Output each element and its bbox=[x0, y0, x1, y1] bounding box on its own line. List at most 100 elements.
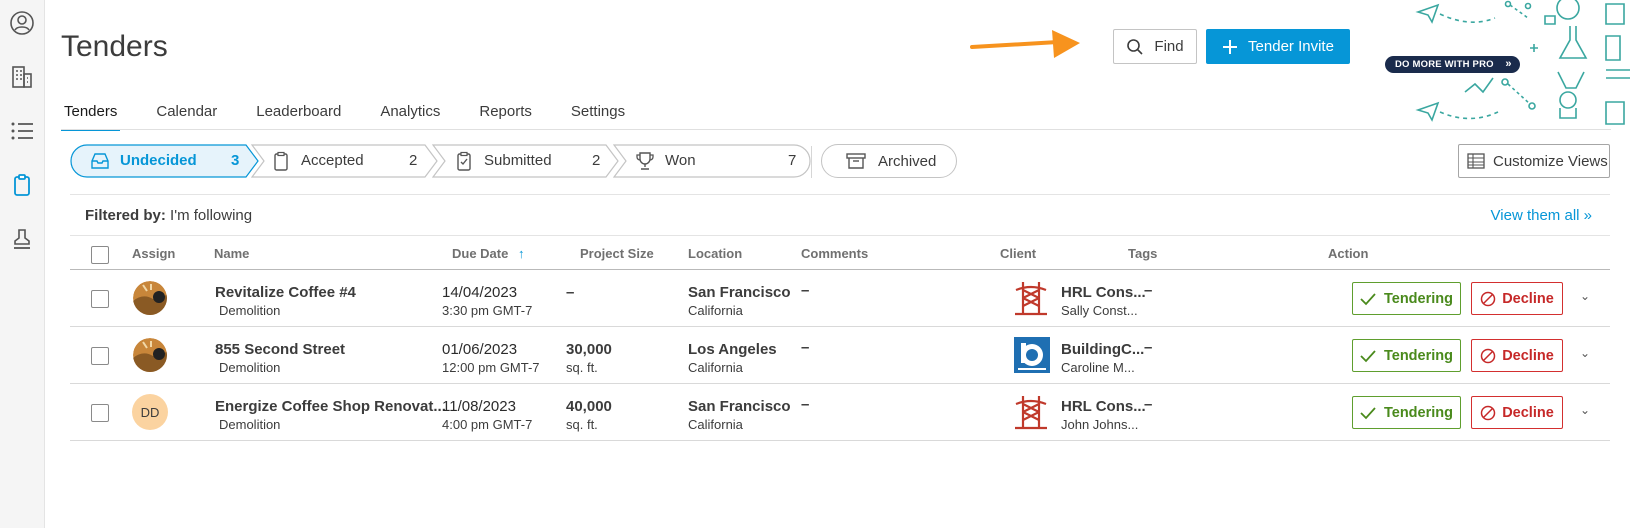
archived-button[interactable]: Archived bbox=[821, 144, 957, 178]
decline-button[interactable]: Decline bbox=[1471, 282, 1563, 315]
col-tags[interactable]: Tags bbox=[1128, 246, 1157, 261]
client-name[interactable]: BuildingC... bbox=[1061, 341, 1144, 358]
due-date-cell: 11/08/2023 4:00 pm GMT-7 bbox=[442, 398, 532, 432]
stage-count: 2 bbox=[409, 152, 418, 169]
stamp-icon[interactable] bbox=[8, 225, 36, 253]
stage-submitted[interactable]: Submitted 2 bbox=[432, 144, 622, 178]
tab-calendar[interactable]: Calendar bbox=[153, 103, 220, 130]
tab-analytics[interactable]: Analytics bbox=[377, 103, 443, 130]
stage-count: 7 bbox=[788, 152, 797, 169]
project-type: Demolition bbox=[219, 360, 281, 375]
decline-button[interactable]: Decline bbox=[1471, 339, 1563, 372]
stage-label: Won bbox=[665, 152, 696, 169]
clipboard-check-icon bbox=[457, 151, 471, 171]
tab-tenders[interactable]: Tenders bbox=[61, 103, 121, 131]
stage-won[interactable]: Won 7 bbox=[613, 144, 811, 178]
col-project-size[interactable]: Project Size bbox=[580, 246, 654, 261]
customize-views-label: Customize Views bbox=[1493, 152, 1608, 170]
col-location[interactable]: Location bbox=[688, 246, 742, 261]
chevron-down-icon[interactable]: ⌄ bbox=[1580, 403, 1590, 417]
project-size-unit: sq. ft. bbox=[566, 360, 598, 375]
building-icon[interactable] bbox=[8, 63, 36, 91]
row-checkbox[interactable] bbox=[91, 290, 109, 308]
due-time: 12:00 pm GMT-7 bbox=[442, 360, 540, 375]
chevron-down-icon[interactable]: ⌄ bbox=[1580, 289, 1590, 303]
location-state: California bbox=[688, 303, 743, 318]
client-name[interactable]: HRL Cons... bbox=[1061, 398, 1146, 415]
plus-icon bbox=[1223, 39, 1238, 54]
find-button[interactable]: Find bbox=[1113, 29, 1197, 64]
project-name[interactable]: 855 Second Street bbox=[215, 341, 345, 358]
col-name[interactable]: Name bbox=[214, 246, 249, 261]
double-chevron-right-icon: » bbox=[1505, 58, 1512, 70]
check-icon bbox=[1360, 292, 1376, 305]
view-them-all-link[interactable]: View them all » bbox=[1491, 207, 1592, 224]
project-size-cell: 40,000 sq. ft. bbox=[566, 398, 612, 432]
table-row[interactable]: Revitalize Coffee #4 Demolition 14/04/20… bbox=[70, 270, 1610, 327]
tendering-button[interactable]: Tendering bbox=[1352, 339, 1461, 372]
due-date: 01/06/2023 bbox=[442, 341, 518, 358]
tendering-button[interactable]: Tendering bbox=[1352, 282, 1461, 315]
list-icon[interactable] bbox=[8, 117, 36, 145]
page-title: Tenders bbox=[61, 30, 168, 63]
avatar[interactable] bbox=[133, 281, 167, 315]
tab-leaderboard[interactable]: Leaderboard bbox=[253, 103, 344, 130]
check-icon bbox=[1360, 406, 1376, 419]
customize-views-button[interactable]: Customize Views bbox=[1458, 144, 1610, 178]
chevron-down-icon[interactable]: ⌄ bbox=[1580, 346, 1590, 360]
row-checkbox[interactable] bbox=[91, 404, 109, 422]
project-name-cell[interactable]: Revitalize Coffee #4 Demolition bbox=[215, 284, 356, 318]
project-name-cell[interactable]: 855 Second Street Demolition bbox=[215, 341, 345, 375]
col-assign[interactable]: Assign bbox=[132, 246, 175, 261]
comments-value: – bbox=[801, 339, 810, 356]
client-cell[interactable]: HRL Cons... John Johns... bbox=[1061, 398, 1146, 432]
due-date-cell: 14/04/2023 3:30 pm GMT-7 bbox=[442, 284, 532, 318]
filter-prefix: Filtered by: bbox=[85, 207, 166, 224]
tags-value: – bbox=[1144, 396, 1153, 413]
project-name-cell[interactable]: Energize Coffee Shop Renovat... Demoliti… bbox=[215, 398, 446, 432]
stage-accepted[interactable]: Accepted 2 bbox=[251, 144, 441, 178]
sidebar bbox=[0, 0, 45, 528]
row-checkbox[interactable] bbox=[91, 347, 109, 365]
project-size-cell: 30,000 sq. ft. bbox=[566, 341, 612, 375]
tab-reports[interactable]: Reports bbox=[476, 103, 535, 130]
select-all-checkbox[interactable] bbox=[91, 246, 109, 264]
comments-value: – bbox=[801, 396, 810, 413]
col-client[interactable]: Client bbox=[1000, 246, 1036, 261]
avatar[interactable]: DD bbox=[132, 394, 168, 430]
orange-arrow-icon bbox=[970, 30, 1080, 58]
due-date: 11/08/2023 bbox=[442, 398, 516, 415]
pro-badge-label: DO MORE WITH PRO bbox=[1395, 59, 1494, 70]
location-cell: Los Angeles California bbox=[688, 341, 777, 375]
decline-button[interactable]: Decline bbox=[1471, 396, 1563, 429]
archived-label: Archived bbox=[878, 152, 937, 170]
client-cell[interactable]: BuildingC... Caroline M... bbox=[1061, 341, 1144, 375]
table-row[interactable]: DD Energize Coffee Shop Renovat... Demol… bbox=[70, 384, 1610, 441]
client-cell[interactable]: HRL Cons... Sally Const... bbox=[1061, 284, 1146, 318]
tendering-button[interactable]: Tendering bbox=[1352, 396, 1461, 429]
pro-badge[interactable]: DO MORE WITH PRO » bbox=[1385, 56, 1520, 73]
project-name[interactable]: Revitalize Coffee #4 bbox=[215, 284, 356, 301]
table-row[interactable]: 855 Second Street Demolition 01/06/2023 … bbox=[70, 327, 1610, 384]
table-divider-top bbox=[70, 235, 1610, 236]
filter-divider-top bbox=[70, 194, 1610, 195]
clipboard-icon[interactable] bbox=[8, 171, 36, 199]
col-due-date-label: Due Date bbox=[452, 246, 509, 261]
user-circle-icon[interactable] bbox=[8, 9, 36, 37]
tabs-divider bbox=[61, 129, 1611, 130]
tender-invite-button[interactable]: Tender Invite bbox=[1206, 29, 1350, 64]
client-logo-icon bbox=[1014, 394, 1048, 435]
col-comments[interactable]: Comments bbox=[801, 246, 868, 261]
stage-count: 2 bbox=[592, 152, 601, 169]
project-name[interactable]: Energize Coffee Shop Renovat... bbox=[215, 398, 446, 415]
avatar[interactable] bbox=[133, 338, 167, 372]
client-contact: Caroline M... bbox=[1061, 360, 1135, 375]
sort-ascending-icon: ↑ bbox=[517, 246, 525, 261]
location-state: California bbox=[688, 360, 743, 375]
col-action[interactable]: Action bbox=[1328, 246, 1368, 261]
col-due-date[interactable]: Due Date ↑ bbox=[452, 246, 524, 261]
client-name[interactable]: HRL Cons... bbox=[1061, 284, 1146, 301]
tab-settings[interactable]: Settings bbox=[568, 103, 628, 130]
tendering-label: Tendering bbox=[1383, 347, 1453, 364]
stage-undecided[interactable]: Undecided 3 bbox=[70, 144, 260, 178]
